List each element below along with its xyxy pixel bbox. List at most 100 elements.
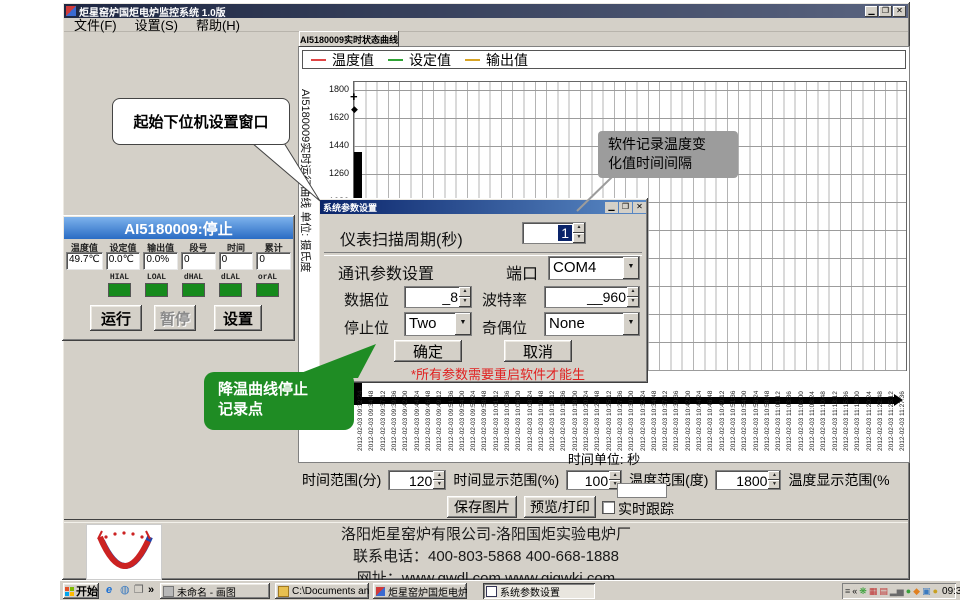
spin-down-icon[interactable]: ▼ — [459, 297, 471, 307]
x-tick-label: 2012-02-03 10:18:00 — [570, 373, 581, 451]
start-label: 开始 — [76, 583, 98, 599]
x-tick-label: 2012-02-03 10:44:24 — [694, 373, 705, 451]
spin-up-icon[interactable]: ▲ — [768, 471, 780, 480]
shield-ok-icon[interactable]: ● — [906, 586, 911, 596]
stop-bits-combobox[interactable]: Two ▼ — [404, 312, 472, 336]
audio-muted-icon[interactable]: ▤ — [879, 586, 888, 596]
x-tick-label: 2012-02-03 10:46:48 — [705, 373, 716, 451]
ie-icon[interactable]: e — [106, 584, 112, 597]
callout-cooling-stop: 降温曲线停止 记录点 — [204, 372, 354, 430]
device-field: 段号 0 — [181, 241, 216, 270]
zoom-plus-icon[interactable]: + — [350, 89, 358, 104]
parity-combobox[interactable]: None ▼ — [544, 312, 640, 336]
show-desktop-icon[interactable]: ❐ — [134, 584, 144, 597]
x-tick-label: 2012-02-03 10:49:12 — [717, 373, 728, 451]
alarm-label: HIAL — [108, 273, 131, 282]
tab-realtime-curve[interactable]: AI5180009实时状态曲线 — [299, 31, 399, 47]
taskbar-task-system-params[interactable]: 系统参数设置 — [483, 583, 595, 599]
system-tray: ≡«❋▦▤▂▅●◆▣● 09:32 — [842, 583, 956, 599]
slider-thumb-icon[interactable]: ◆ — [351, 104, 358, 115]
pause-button: 暂停 — [154, 305, 196, 331]
dropdown-arrow-icon[interactable]: ▼ — [623, 313, 639, 335]
port-combobox[interactable]: COM4 ▼ — [548, 256, 640, 280]
dropdown-arrow-icon[interactable]: ▼ — [455, 313, 471, 335]
spin-down-icon[interactable]: ▼ — [768, 480, 780, 489]
company-logo — [86, 524, 162, 580]
spin-up-icon[interactable]: ▲ — [433, 471, 445, 480]
comm-group-label: 通讯参数设置 — [338, 260, 434, 284]
baud-value: __960 — [545, 287, 627, 307]
spin-down-icon[interactable]: ▼ — [433, 480, 445, 489]
taskbar-task-monitor-app[interactable]: 炬星窑炉国炬电炉监... — [373, 583, 467, 599]
device-panel-title: AI5180009:停止 — [64, 217, 293, 239]
alert-icon[interactable]: ◆ — [913, 586, 920, 596]
menu-item[interactable]: 帮助(H) — [196, 15, 240, 34]
dropdown-arrow-icon[interactable]: ▼ — [623, 257, 639, 279]
realtime-track-checkbox[interactable] — [602, 501, 615, 514]
scan-period-spinner[interactable]: 1 ▲▼ — [522, 222, 586, 244]
close-button[interactable]: ✕ — [893, 6, 906, 17]
ok-button[interactable]: 确定 — [394, 340, 462, 362]
restore-button[interactable]: ❐ — [879, 6, 892, 17]
dialog-close-button[interactable]: ✕ — [633, 202, 646, 213]
messenger-icon[interactable]: ◍ — [120, 584, 130, 597]
x-tick-label: 2012-02-03 10:58:48 — [762, 373, 773, 451]
x-tick-label: 2012-02-03 10:30:00 — [626, 373, 637, 451]
signal-strength-icon[interactable]: ▂▅ — [890, 586, 904, 596]
dialog-minimize-button[interactable]: ▁ — [605, 202, 618, 213]
collapse-chevron-icon[interactable]: « — [852, 586, 857, 596]
save-image-button[interactable]: 保存图片 — [447, 496, 517, 518]
spin-up-icon[interactable]: ▲ — [573, 223, 585, 233]
minimize-button[interactable]: ▁ — [865, 6, 878, 17]
spin-up-icon[interactable]: ▲ — [609, 471, 621, 480]
temp-range-spinner[interactable]: 1800 ▲▼ — [715, 470, 781, 490]
footer: 洛阳炬星窑炉有限公司-洛阳国炬实验电炉厂 联系电话：400-803-5868 4… — [64, 522, 908, 578]
lan-icon[interactable]: ▣ — [922, 586, 931, 596]
network-error-icon[interactable]: ▦ — [869, 586, 878, 596]
spin-down-icon[interactable]: ▼ — [627, 297, 639, 307]
update-icon[interactable]: ❋ — [859, 586, 867, 596]
callout-start-window: 起始下位机设置窗口 — [112, 98, 290, 145]
x-tick-label: 2012-02-03 10:22:48 — [592, 373, 603, 451]
temp-range-value: 1800 — [716, 471, 768, 489]
language-bar-icon[interactable]: ≡ — [845, 586, 850, 596]
x-tick-label: 2012-02-03 11:03:36 — [784, 373, 795, 451]
spin-down-icon[interactable]: ▼ — [573, 233, 585, 243]
time-display-spinner[interactable]: 100 ▲▼ — [566, 470, 622, 490]
spin-up-icon[interactable]: ▲ — [459, 287, 471, 297]
x-tick-label: 2012-02-03 09:42:00 — [400, 373, 411, 451]
stop-bits-label: 停止位 — [344, 317, 389, 338]
data-bits-spinner[interactable]: _8 ▲▼ — [404, 286, 472, 308]
x-tick-label: 2012-02-03 09:58:48 — [479, 373, 490, 451]
start-button[interactable]: 开始 — [63, 583, 99, 599]
setup-button[interactable]: 设置 — [214, 305, 262, 331]
time-range-spinner[interactable]: 120 ▲▼ — [388, 470, 446, 490]
menu-item[interactable]: 设置(S) — [135, 15, 178, 34]
menu-item[interactable]: 文件(F) — [74, 15, 117, 34]
taskbar-task-explorer[interactable]: C:\Documents and Se... — [275, 583, 369, 599]
device-fields: 温度值 49.7℃ 设定值 0.0℃ 输出值 0.0% 段号 0 — [66, 241, 291, 270]
alarm-label: LOAL — [145, 273, 168, 282]
legend-item: 输出值 — [465, 50, 528, 70]
device-field: 时间 0 — [219, 241, 254, 270]
baud-spinner[interactable]: __960 ▲▼ — [544, 286, 640, 308]
callout-text: 降温曲线停止 — [218, 380, 354, 400]
alarm-indicators: HIAL LOAL dHAL dLAL — [108, 273, 279, 297]
x-tick-label: 2012-02-03 10:54:00 — [739, 373, 750, 451]
field-label: 设定值 — [106, 241, 141, 252]
spin-up-icon[interactable]: ▲ — [627, 287, 639, 297]
run-button[interactable]: 运行 — [90, 305, 142, 331]
windows-flag-icon — [65, 587, 74, 596]
x-tick-label: 2012-02-03 11:27:36 — [897, 373, 908, 451]
folder-icon — [278, 586, 289, 597]
preview-print-button[interactable]: 预览/打印 — [524, 496, 596, 518]
task-label: 系统参数设置 — [500, 584, 560, 599]
cancel-button[interactable]: 取消 — [504, 340, 572, 362]
updater-icon[interactable]: ● — [933, 586, 938, 596]
x-tick-label: 2012-02-03 11:25:12 — [886, 373, 897, 451]
x-tick-label: 2012-02-03 11:22:48 — [875, 373, 886, 451]
device-field: 设定值 0.0℃ — [106, 241, 141, 270]
overflow-chevron-icon[interactable]: » — [148, 584, 154, 597]
taskbar-task-paint[interactable]: 未命名 - 画图 — [160, 583, 270, 599]
dialog-restore-button[interactable]: ❐ — [619, 202, 632, 213]
